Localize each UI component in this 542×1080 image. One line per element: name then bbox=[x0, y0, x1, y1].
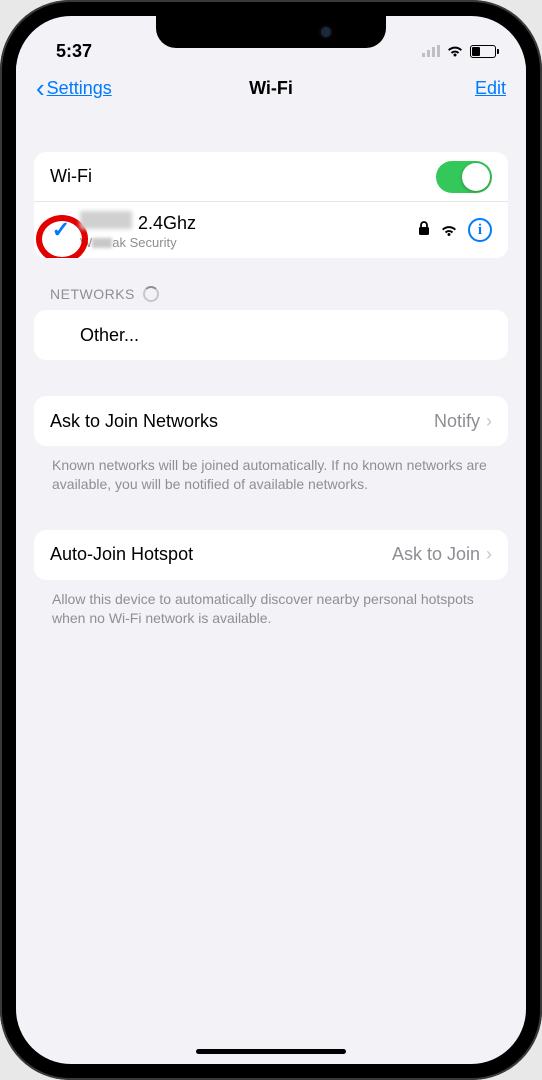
ask-to-join-value: Notify bbox=[434, 411, 480, 432]
back-label: Settings bbox=[47, 78, 112, 99]
network-name-suffix: 2.4Ghz bbox=[138, 213, 196, 234]
nav-bar: ‹ Settings Wi-Fi Edit bbox=[16, 64, 526, 112]
chevron-right-icon: › bbox=[486, 544, 492, 565]
lock-icon bbox=[418, 221, 430, 240]
auto-join-hotspot-value: Ask to Join bbox=[392, 544, 480, 565]
notch bbox=[156, 16, 386, 48]
chevron-right-icon: › bbox=[486, 411, 492, 432]
wifi-toggle-label: Wi-Fi bbox=[50, 166, 436, 187]
networks-header: NETWORKS bbox=[50, 286, 508, 302]
other-label: Other... bbox=[80, 325, 492, 346]
home-indicator[interactable] bbox=[196, 1049, 346, 1054]
network-sub-prefix: W bbox=[80, 235, 92, 250]
ask-to-join-footer: Known networks will be joined automatica… bbox=[34, 446, 508, 494]
spinner-icon bbox=[143, 286, 159, 302]
wifi-toggle-row: Wi-Fi bbox=[34, 152, 508, 202]
network-sub-suffix: ak Security bbox=[112, 235, 176, 250]
auto-join-hotspot-label: Auto-Join Hotspot bbox=[50, 544, 392, 565]
phone-frame: 5:37 ‹ Settings Wi-Fi Edit Wi bbox=[0, 0, 542, 1080]
checkmark-icon: ✓ bbox=[52, 217, 70, 243]
info-icon[interactable]: i bbox=[468, 218, 492, 242]
chevron-left-icon: ‹ bbox=[36, 73, 45, 104]
auto-join-hotspot-row[interactable]: Auto-Join Hotspot Ask to Join › bbox=[34, 530, 508, 580]
back-button[interactable]: ‹ Settings bbox=[36, 73, 112, 104]
battery-icon bbox=[470, 45, 496, 58]
wifi-toggle[interactable] bbox=[436, 161, 492, 193]
network-name-redacted bbox=[80, 211, 132, 229]
edit-button[interactable]: Edit bbox=[475, 78, 506, 99]
wifi-icon bbox=[446, 41, 464, 62]
cellular-icon bbox=[422, 41, 440, 62]
auto-join-hotspot-footer: Allow this device to automatically disco… bbox=[34, 580, 508, 628]
ask-to-join-label: Ask to Join Networks bbox=[50, 411, 434, 432]
connected-network-row[interactable]: ✓ 2.4Ghz Wak Security bbox=[34, 202, 508, 258]
status-time: 5:37 bbox=[56, 41, 92, 62]
wifi-strength-icon bbox=[440, 221, 458, 239]
other-network-row[interactable]: Other... bbox=[34, 310, 508, 360]
ask-to-join-row[interactable]: Ask to Join Networks Notify › bbox=[34, 396, 508, 446]
